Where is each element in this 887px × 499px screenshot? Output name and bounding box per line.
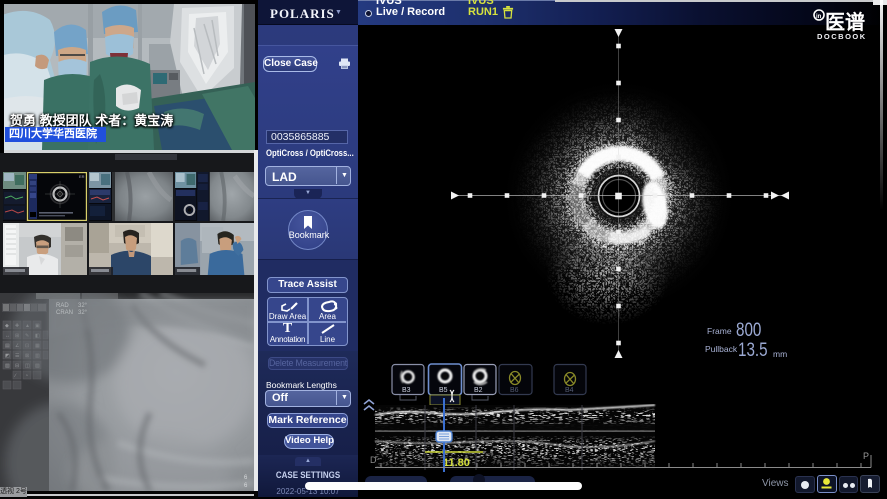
svg-text:B3: B3 [402,387,411,394]
svg-text:32°: 32° [78,310,88,316]
svg-text:⊟: ⊟ [15,363,19,369]
svg-text:32°: 32° [78,303,88,309]
svg-text:▧: ▧ [5,363,10,369]
svg-text:B5: B5 [439,387,448,394]
svg-text:B6: B6 [510,387,519,394]
svg-text:▤: ▤ [5,343,10,349]
svg-text:B2: B2 [474,387,483,394]
svg-text:CRAN: CRAN [56,310,73,316]
svg-text:in: in [816,14,822,20]
svg-text:B4: B4 [565,387,574,394]
svg-text:RAD: RAD [56,303,69,309]
svg-text:◩: ◩ [5,353,10,359]
svg-text:↔: ↔ [5,333,10,339]
svg-text:P: P [863,451,869,461]
svg-text:◆: ◆ [5,323,9,329]
svg-text:ER: ER [79,174,85,179]
svg-text:◔: ◔ [25,373,28,379]
svg-text:D: D [370,455,377,465]
